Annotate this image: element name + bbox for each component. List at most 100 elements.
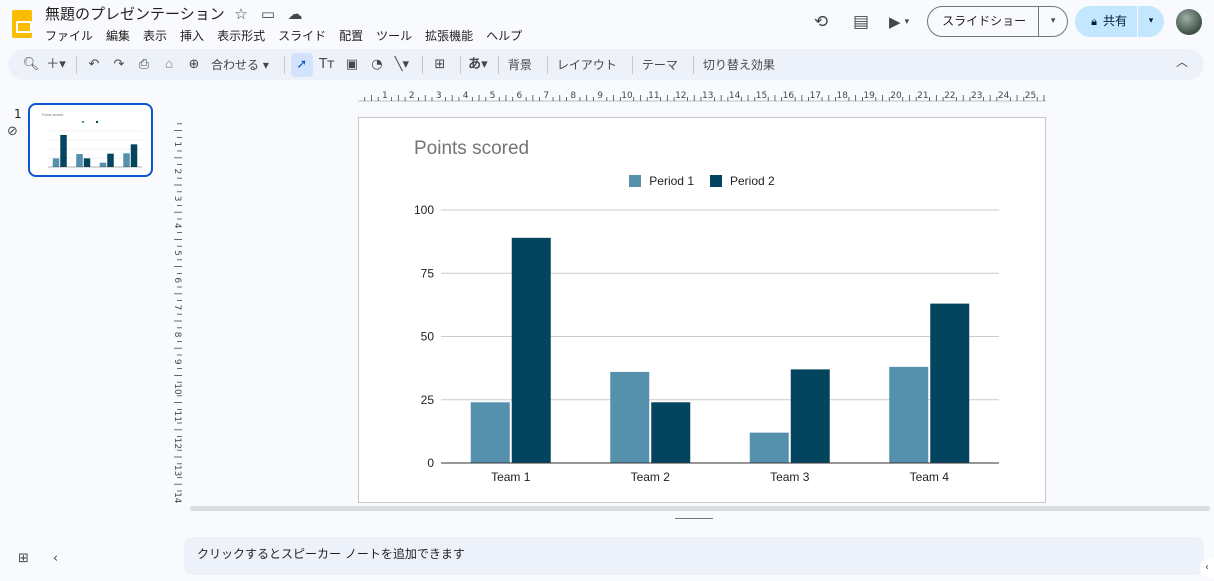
ruler-label: 4 [463, 91, 469, 101]
menu-bar: ファイル 編集 表示 挿入 表示形式 スライド 配置 ツール 拡張機能 ヘルプ [45, 27, 535, 44]
link-icon: ⊘ [7, 124, 18, 139]
ruler-label: 7 [543, 91, 549, 101]
search-menus-icon[interactable]: 🔍︎ [20, 53, 42, 77]
slide-number: 1 [14, 107, 22, 121]
menu-item[interactable]: ファイル [45, 27, 93, 44]
x-tick-label: Team 1 [491, 470, 531, 484]
ruler-label: 12 [172, 438, 182, 449]
ruler-label: 8 [570, 91, 576, 101]
thumb-bar [107, 153, 114, 167]
slideshow-dropdown[interactable]: ▾ [1039, 7, 1067, 36]
cloud-saved-icon[interactable]: ☁ [286, 5, 304, 23]
slideshow-button[interactable]: スライドショー [928, 7, 1040, 36]
bar-period-2-team-1[interactable] [511, 237, 551, 463]
video-camera-icon: ▶ [889, 12, 901, 31]
share-button[interactable]: 🔒︎ 共有 [1075, 6, 1138, 37]
bar-period-1-team-3[interactable] [749, 432, 789, 463]
ruler-label: 1 [172, 141, 182, 147]
ruler-label: 20 [890, 91, 902, 101]
bar-period-2-team-4[interactable] [930, 303, 970, 463]
menu-item[interactable]: 表示形式 [217, 27, 265, 44]
side-panel-toggle-icon[interactable]: ‹ [1200, 558, 1214, 578]
notes-resize-handle[interactable] [675, 518, 713, 519]
print-icon[interactable]: ⎙ [133, 53, 155, 77]
ruler-label: 6 [517, 91, 523, 101]
redo-icon[interactable]: ↷ [108, 53, 130, 77]
ruler-label: 5 [490, 91, 496, 101]
menu-item[interactable]: 編集 [106, 27, 130, 44]
line-icon[interactable]: ╲▾ [391, 53, 413, 77]
thumb-title: Points scored [42, 113, 63, 117]
ruler-label: 7 [172, 305, 182, 311]
bar-period-1-team-2[interactable] [610, 371, 650, 463]
theme-button[interactable]: テーマ [639, 56, 681, 73]
menu-item[interactable]: 配置 [339, 27, 363, 44]
add-comment-icon[interactable]: ⊞ [429, 53, 451, 77]
bar-period-1-team-1[interactable] [470, 402, 510, 463]
speaker-notes[interactable]: クリックするとスピーカー ノートを追加できます [184, 537, 1204, 575]
document-title[interactable]: 無題のプレゼンテーション [45, 3, 225, 24]
history-icon[interactable]: ⟲ [809, 10, 833, 34]
ruler-label: 10 [172, 383, 182, 395]
layout-button[interactable]: レイアウト [554, 56, 620, 73]
ruler-label: 16 [783, 91, 795, 101]
bar-period-2-team-2[interactable] [651, 402, 691, 463]
share-dropdown[interactable]: ▾ [1138, 6, 1164, 37]
thumb-bar [130, 144, 138, 167]
move-folder-icon[interactable]: ▭ [259, 5, 277, 23]
new-slide-button[interactable]: ＋▾ [45, 53, 67, 77]
ruler-label: 6 [172, 277, 182, 283]
toolbar-divider [76, 55, 77, 74]
ruler-label: 14 [729, 91, 741, 101]
horizontal-ruler: 1 2 3 4 5 6 7 8 9 10 11 12 13 14 15 16 17 18 19 20 21 22 23 24 2… [358, 91, 1046, 102]
zoom-select[interactable]: 合わせる ▾ [208, 56, 272, 73]
bar-period-2-team-3[interactable] [790, 369, 830, 463]
collapse-toolbar-icon[interactable]: ︿ [1176, 53, 1188, 70]
paint-format-icon[interactable]: ⌂ [158, 53, 180, 77]
ruler-label: 19 [863, 91, 875, 101]
horizontal-scrollbar[interactable] [190, 506, 1210, 511]
comments-icon[interactable]: ▤ [849, 10, 873, 34]
menu-item[interactable]: 表示 [143, 27, 167, 44]
ruler-label: 24 [998, 91, 1010, 101]
zoom-icon[interactable]: ⊕ [183, 53, 205, 77]
share-button-group: 🔒︎ 共有 ▾ [1075, 6, 1164, 37]
ruler-label: 11 [172, 410, 182, 421]
input-tools-button[interactable]: あ▾ [467, 53, 489, 77]
toolbar-divider [546, 55, 548, 74]
y-tick-label: 50 [421, 330, 435, 344]
ruler-label: 13 [172, 465, 182, 476]
transition-button[interactable]: 切り替え効果 [700, 56, 778, 73]
thumb-legend-swatch [96, 121, 98, 123]
y-tick-label: 75 [421, 266, 435, 280]
collapse-filmstrip-icon[interactable]: ‹ [53, 551, 58, 566]
shape-icon[interactable]: ◔ [366, 53, 388, 77]
chevron-down-icon: ▾ [904, 16, 910, 27]
menu-item[interactable]: ヘルプ [486, 27, 522, 44]
bar-chart[interactable]: 0 25 50 75 100 Team 1 Team 2 Team 3 Team 4 [359, 118, 1047, 504]
ruler-label: 1 [382, 91, 388, 101]
menu-item[interactable]: 挿入 [180, 27, 204, 44]
text-box-icon[interactable]: Tт [316, 53, 338, 77]
background-button[interactable]: 背景 [505, 56, 535, 73]
slide-canvas[interactable]: Points scored Period 1 Period 2 0 25 50 75 1… [358, 117, 1046, 503]
toolbar: 🔍︎ ＋▾ ↶ ↷ ⎙ ⌂ ⊕ 合わせる ▾ ➚ Tт ▣ ◔ ╲▾ ⊞ あ▾ … [8, 49, 1204, 80]
slides-logo[interactable] [12, 10, 32, 38]
ruler-label: 2 [172, 169, 182, 175]
select-tool-icon[interactable]: ➚ [290, 52, 313, 77]
lock-icon: 🔒︎ [1091, 15, 1097, 28]
grid-view-icon[interactable]: ⊞ [18, 551, 29, 566]
ruler-label: 17 [810, 91, 821, 101]
menu-item[interactable]: ツール [376, 27, 412, 44]
undo-icon[interactable]: ↶ [83, 53, 105, 77]
meet-button[interactable]: ▶ ▾ [889, 13, 909, 31]
bar-period-1-team-4[interactable] [889, 366, 929, 463]
slide-thumbnail[interactable]: Points scored [28, 103, 153, 177]
account-avatar[interactable] [1176, 8, 1202, 35]
menu-item[interactable]: 拡張機能 [425, 27, 473, 44]
ruler-label: 21 [917, 91, 928, 101]
star-icon[interactable]: ☆ [232, 5, 250, 23]
ruler-label: 2 [409, 91, 415, 101]
insert-image-icon[interactable]: ▣ [341, 53, 363, 77]
menu-item[interactable]: スライド [278, 27, 326, 44]
